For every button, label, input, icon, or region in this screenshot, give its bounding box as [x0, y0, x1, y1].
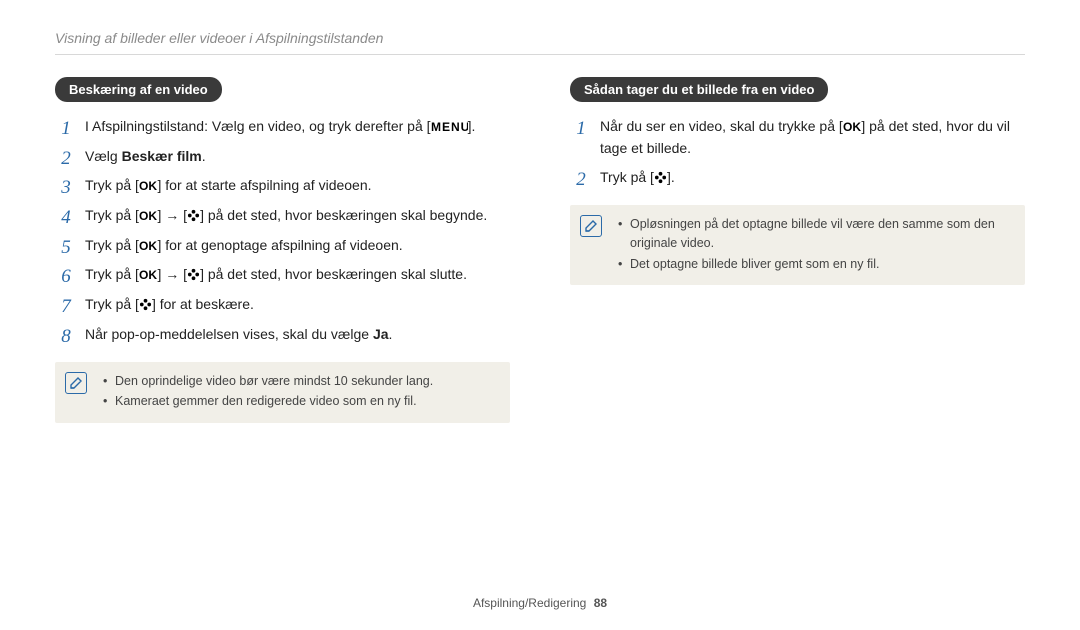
- flower-icon: [654, 171, 667, 184]
- ok-icon: OK: [139, 239, 158, 252]
- note-box-left: Den oprindelige video bør være mindst 10…: [55, 362, 510, 424]
- flower-icon: [187, 268, 200, 281]
- step-text: ] på det sted, hvor beskæringen skal slu…: [200, 266, 467, 282]
- svg-text:MENU: MENU: [431, 120, 468, 133]
- step-text: ] for at beskære.: [152, 296, 254, 312]
- menu-icon: MENU: [431, 120, 468, 133]
- step-text: I Afspilningstilstand: Vælg en video, og…: [85, 118, 431, 134]
- ok-icon: OK: [139, 179, 158, 192]
- step-text: ] for at starte afspilning af videoen.: [158, 177, 372, 193]
- list-item: Tryk på [OK] → [ ] på det sted, hvor besk…: [55, 264, 510, 286]
- page-title: Visning af billeder eller videoer i Afsp…: [55, 30, 1025, 55]
- pencil-note-icon: [65, 372, 87, 394]
- svg-text:OK: OK: [139, 180, 157, 193]
- step-text: ] for at genoptage afspilning af videoen…: [158, 237, 403, 253]
- ok-icon: OK: [843, 120, 862, 133]
- ok-icon: OK: [139, 209, 158, 222]
- page-footer: Afspilning/Redigering 88: [0, 596, 1080, 610]
- list-item: Vælg Beskær film.: [55, 146, 510, 168]
- step-text-bold: Ja: [373, 326, 389, 342]
- flower-icon: [187, 209, 200, 222]
- flower-icon: [139, 298, 152, 311]
- step-text: ] → [: [158, 207, 188, 223]
- list-item: I Afspilningstilstand: Vælg en video, og…: [55, 116, 510, 138]
- step-text: Når pop-op-meddelelsen vises, skal du væ…: [85, 326, 373, 342]
- step-text: Når du ser en video, skal du trykke på [: [600, 118, 843, 134]
- step-text: .: [202, 148, 206, 164]
- section-heading-right: Sådan tager du et billede fra en video: [570, 77, 828, 102]
- left-steps: I Afspilningstilstand: Vælg en video, og…: [55, 116, 510, 346]
- note-item: Opløsningen på det optagne billede vil v…: [618, 215, 1013, 253]
- content-columns: Beskæring af en video I Afspilningstilst…: [55, 77, 1025, 423]
- svg-text:OK: OK: [843, 120, 861, 133]
- note-box-right: Opløsningen på det optagne billede vil v…: [570, 205, 1025, 285]
- footer-section: Afspilning/Redigering: [473, 596, 586, 610]
- step-text: .: [389, 326, 393, 342]
- list-item: Når du ser en video, skal du trykke på […: [570, 116, 1025, 159]
- step-text: ] på det sted, hvor beskæringen skal beg…: [200, 207, 487, 223]
- list-item: Tryk på [OK] → [ ] på det sted, hvor besk…: [55, 205, 510, 227]
- step-text: Tryk på [: [85, 237, 139, 253]
- step-text: Vælg: [85, 148, 122, 164]
- note-item: Det optagne billede bliver gemt som en n…: [618, 255, 1013, 274]
- section-heading-left: Beskæring af en video: [55, 77, 222, 102]
- right-steps: Når du ser en video, skal du trykke på […: [570, 116, 1025, 189]
- step-text: Tryk på [: [85, 177, 139, 193]
- pencil-note-icon: [580, 215, 602, 237]
- list-item: Tryk på [ ] for at beskære.: [55, 294, 510, 316]
- list-item: Når pop-op-meddelelsen vises, skal du væ…: [55, 324, 510, 346]
- left-column: Beskæring af en video I Afspilningstilst…: [55, 77, 510, 423]
- step-text: Tryk på [: [85, 266, 139, 282]
- svg-text:OK: OK: [139, 269, 157, 282]
- page-number: 88: [594, 596, 607, 610]
- step-text: Tryk på [: [85, 207, 139, 223]
- step-text-bold: Beskær film: [122, 148, 202, 164]
- step-text: ].: [667, 169, 675, 185]
- note-item: Den oprindelige video bør være mindst 10…: [103, 372, 498, 391]
- svg-text:OK: OK: [139, 239, 157, 252]
- note-item: Kameraet gemmer den redigerede video som…: [103, 392, 498, 411]
- list-item: Tryk på [].: [570, 167, 1025, 189]
- step-text: ].: [468, 118, 476, 134]
- step-text: Tryk på [: [600, 169, 654, 185]
- ok-icon: OK: [139, 268, 158, 281]
- list-item: Tryk på [OK] for at genoptage afspilning…: [55, 235, 510, 257]
- right-column: Sådan tager du et billede fra en video N…: [570, 77, 1025, 423]
- list-item: Tryk på [OK] for at starte afspilning af…: [55, 175, 510, 197]
- svg-text:OK: OK: [139, 209, 157, 222]
- step-text: Tryk på [: [85, 296, 139, 312]
- step-text: ] → [: [158, 266, 188, 282]
